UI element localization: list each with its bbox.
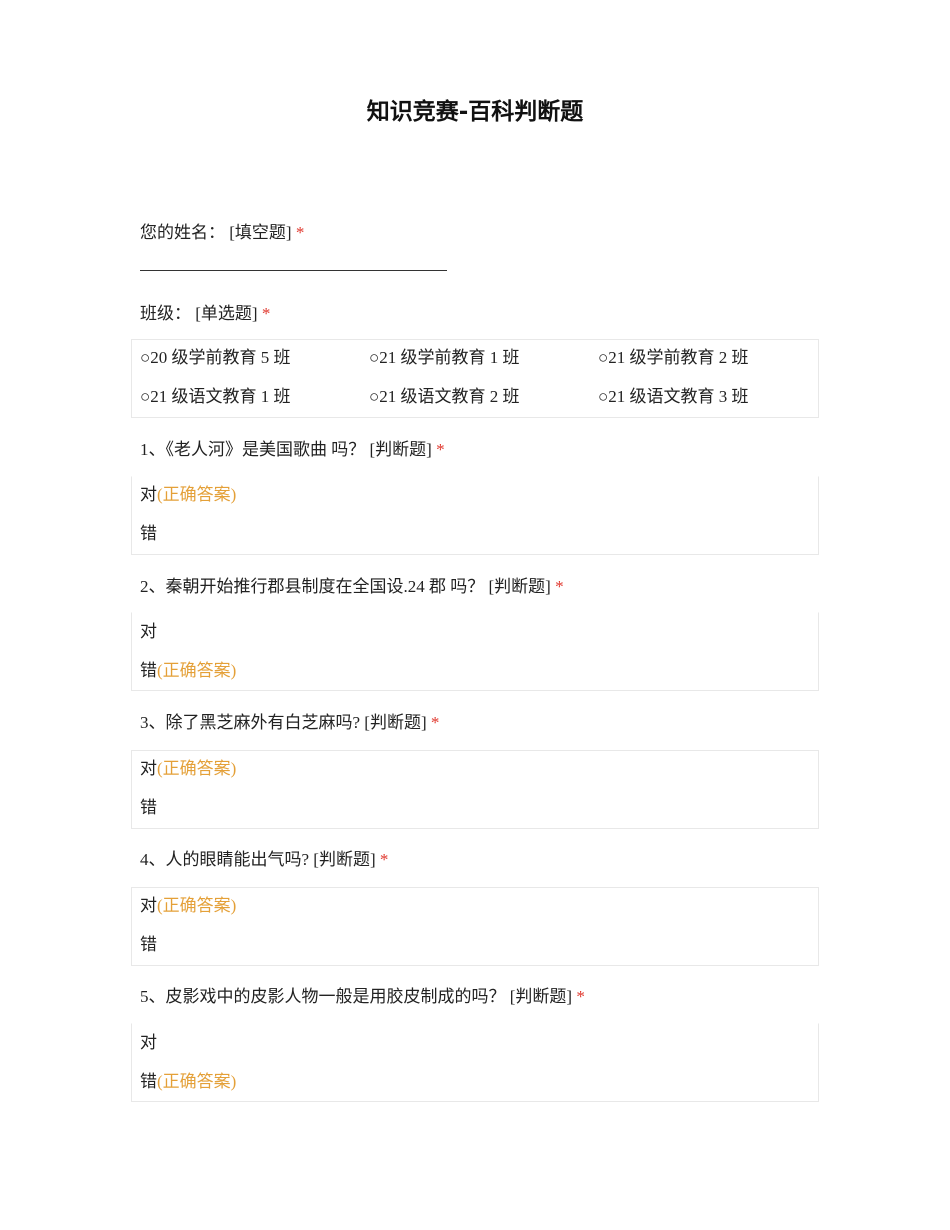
option-label: 错 bbox=[140, 1072, 157, 1091]
question-2-options: 对 错(正确答案) bbox=[131, 612, 819, 691]
class-option[interactable]: ○20 级学前教育 5 班 bbox=[140, 346, 291, 370]
correct-answer-tag: (正确答案) bbox=[157, 485, 237, 504]
question-type: [单选题] bbox=[195, 304, 258, 323]
question-type: [填空题] bbox=[229, 223, 292, 242]
required-mark: * bbox=[430, 713, 440, 732]
option-label: 错 bbox=[140, 661, 157, 680]
option-true[interactable]: 对 bbox=[140, 620, 157, 644]
option-false[interactable]: 错 bbox=[140, 796, 157, 820]
required-mark: * bbox=[379, 850, 389, 869]
correct-answer-tag: (正确答案) bbox=[157, 896, 237, 915]
option-false[interactable]: 错 bbox=[140, 522, 157, 546]
name-question-label: 您的姓名： [填空题] * bbox=[140, 220, 304, 246]
option-label: 对 bbox=[140, 896, 157, 915]
question-5-options: 对 错(正确答案) bbox=[131, 1023, 819, 1102]
question-type: [判断题] bbox=[364, 713, 427, 732]
correct-answer-tag: (正确答案) bbox=[157, 661, 237, 680]
question-4-options: 对(正确答案) 错 bbox=[131, 887, 819, 966]
class-option[interactable]: ○21 级学前教育 2 班 bbox=[598, 346, 749, 370]
option-false[interactable]: 错(正确答案) bbox=[140, 659, 236, 683]
question-5-label: 5、皮影戏中的皮影人物一般是用胶皮制成的吗？ [判断题] * bbox=[140, 984, 585, 1010]
option-true[interactable]: 对(正确答案) bbox=[140, 757, 236, 781]
question-1-options: 对(正确答案) 错 bbox=[131, 476, 819, 555]
question-text: 2、秦朝开始推行郡县制度在全国设.24 郡 吗？ bbox=[140, 577, 485, 596]
required-mark: * bbox=[436, 440, 445, 459]
question-type: [判断题] bbox=[488, 577, 551, 596]
class-option[interactable]: ○21 级学前教育 1 班 bbox=[369, 346, 520, 370]
question-text: 班级： bbox=[140, 304, 191, 323]
correct-answer-tag: (正确答案) bbox=[157, 1072, 237, 1091]
required-mark: * bbox=[576, 987, 585, 1006]
question-text: 3、除了黑芝麻外有白芝麻吗? bbox=[140, 713, 361, 732]
class-question-label: 班级： [单选题] * bbox=[140, 301, 270, 327]
option-true[interactable]: 对 bbox=[140, 1031, 157, 1055]
question-3-label: 3、除了黑芝麻外有白芝麻吗? [判断题] * bbox=[140, 710, 439, 736]
class-option[interactable]: ○21 级语文教育 2 班 bbox=[369, 385, 520, 409]
question-type: [判断题] bbox=[509, 987, 573, 1006]
page-title: 知识竞赛-百科判断题 bbox=[366, 99, 584, 125]
question-text: 1、《老人河》是美国歌曲 吗？ bbox=[140, 440, 366, 459]
required-mark: * bbox=[261, 304, 271, 323]
option-true[interactable]: 对(正确答案) bbox=[140, 894, 236, 918]
option-true[interactable]: 对(正确答案) bbox=[140, 483, 236, 507]
correct-answer-tag: (正确答案) bbox=[157, 759, 237, 778]
option-false[interactable]: 错 bbox=[140, 933, 157, 957]
question-text: 4、人的眼睛能出气吗? bbox=[140, 850, 310, 869]
class-option[interactable]: ○21 级语文教育 3 班 bbox=[598, 385, 749, 409]
option-false[interactable]: 错(正确答案) bbox=[140, 1070, 236, 1094]
question-2-label: 2、秦朝开始推行郡县制度在全国设.24 郡 吗？ [判断题] * bbox=[140, 574, 564, 600]
class-options-box: ○20 级学前教育 5 班 ○21 级学前教育 1 班 ○21 级学前教育 2 … bbox=[131, 339, 819, 418]
question-4-label: 4、人的眼睛能出气吗? [判断题] * bbox=[140, 847, 388, 873]
question-type: [判断题] bbox=[313, 850, 376, 869]
required-mark: * bbox=[555, 577, 564, 596]
question-3-options: 对(正确答案) 错 bbox=[131, 750, 819, 829]
class-option[interactable]: ○21 级语文教育 1 班 bbox=[140, 385, 291, 409]
question-text: 5、皮影戏中的皮影人物一般是用胶皮制成的吗？ bbox=[140, 987, 506, 1006]
option-label: 对 bbox=[140, 759, 157, 778]
question-1-label: 1、《老人河》是美国歌曲 吗？ [判断题] * bbox=[140, 437, 445, 463]
required-mark: * bbox=[295, 223, 305, 242]
question-text: 您的姓名： bbox=[140, 223, 225, 242]
name-input-line[interactable] bbox=[140, 270, 447, 271]
option-label: 对 bbox=[140, 485, 157, 504]
question-type: [判断题] bbox=[369, 440, 432, 459]
